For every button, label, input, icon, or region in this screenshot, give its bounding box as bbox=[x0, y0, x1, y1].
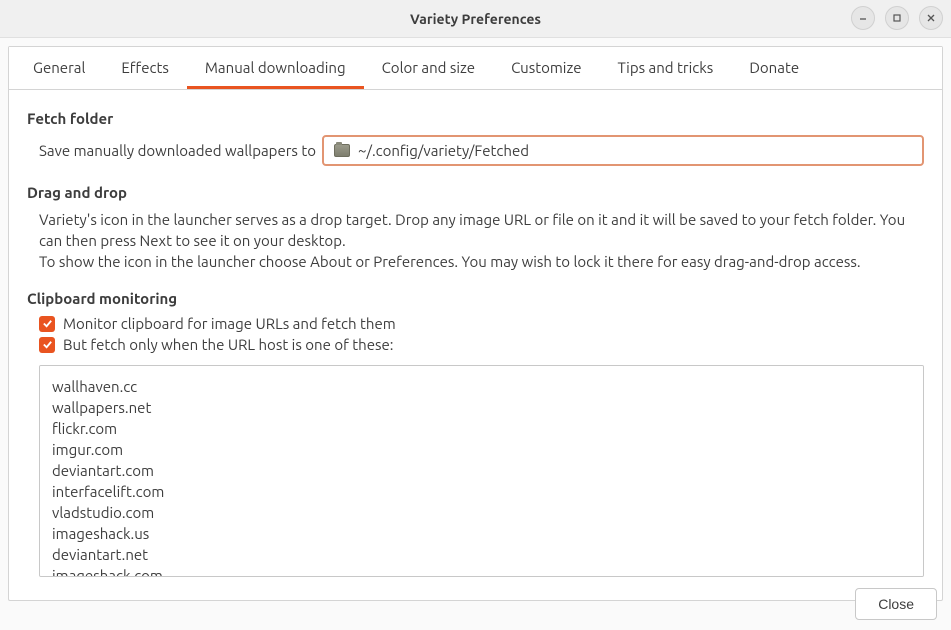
monitor-clipboard-row: Monitor clipboard for image URLs and fet… bbox=[39, 315, 924, 332]
fetch-folder-heading: Fetch folder bbox=[27, 110, 924, 127]
minimize-icon bbox=[858, 13, 868, 23]
drag-and-drop-body: Variety's icon in the launcher serves as… bbox=[39, 209, 924, 272]
check-icon bbox=[42, 318, 53, 329]
tab-customize[interactable]: Customize bbox=[493, 47, 599, 89]
fetch-folder-path: ~/.config/variety/Fetched bbox=[358, 142, 529, 159]
fetch-only-hosts-checkbox[interactable] bbox=[39, 337, 55, 353]
clipboard-monitoring-heading: Clipboard monitoring bbox=[27, 290, 924, 307]
maximize-button[interactable] bbox=[885, 6, 909, 30]
tab-content: Fetch folder Save manually downloaded wa… bbox=[9, 90, 942, 600]
tab-effects[interactable]: Effects bbox=[103, 47, 187, 89]
close-button[interactable]: Close bbox=[855, 588, 937, 620]
tab-tips-and-tricks[interactable]: Tips and tricks bbox=[600, 47, 732, 89]
drag-and-drop-heading: Drag and drop bbox=[27, 184, 924, 201]
fetch-folder-picker[interactable]: ~/.config/variety/Fetched bbox=[322, 135, 924, 166]
fetch-only-hosts-row: But fetch only when the URL host is one … bbox=[39, 336, 924, 353]
close-window-button[interactable] bbox=[919, 6, 943, 30]
monitor-clipboard-checkbox[interactable] bbox=[39, 316, 55, 332]
check-icon bbox=[42, 339, 53, 350]
titlebar: Variety Preferences bbox=[0, 0, 951, 38]
monitor-clipboard-label: Monitor clipboard for image URLs and fet… bbox=[63, 315, 396, 332]
window-controls bbox=[851, 6, 943, 30]
dialog-footer: Close bbox=[855, 588, 937, 620]
tab-bar: General Effects Manual downloading Color… bbox=[9, 47, 942, 90]
folder-icon bbox=[334, 144, 350, 157]
fetch-folder-label: Save manually downloaded wallpapers to bbox=[39, 142, 316, 159]
minimize-button[interactable] bbox=[851, 6, 875, 30]
tab-manual-downloading[interactable]: Manual downloading bbox=[187, 47, 364, 89]
tab-general[interactable]: General bbox=[15, 47, 103, 89]
fetch-folder-row: Save manually downloaded wallpapers to ~… bbox=[39, 135, 924, 166]
close-icon bbox=[926, 13, 936, 23]
maximize-icon bbox=[892, 13, 902, 23]
tab-color-and-size[interactable]: Color and size bbox=[364, 47, 493, 89]
content-frame: General Effects Manual downloading Color… bbox=[8, 46, 943, 601]
fetch-only-hosts-label: But fetch only when the URL host is one … bbox=[63, 336, 393, 353]
hosts-textarea[interactable] bbox=[39, 365, 924, 577]
window-title: Variety Preferences bbox=[410, 11, 541, 27]
tab-donate[interactable]: Donate bbox=[731, 47, 817, 89]
